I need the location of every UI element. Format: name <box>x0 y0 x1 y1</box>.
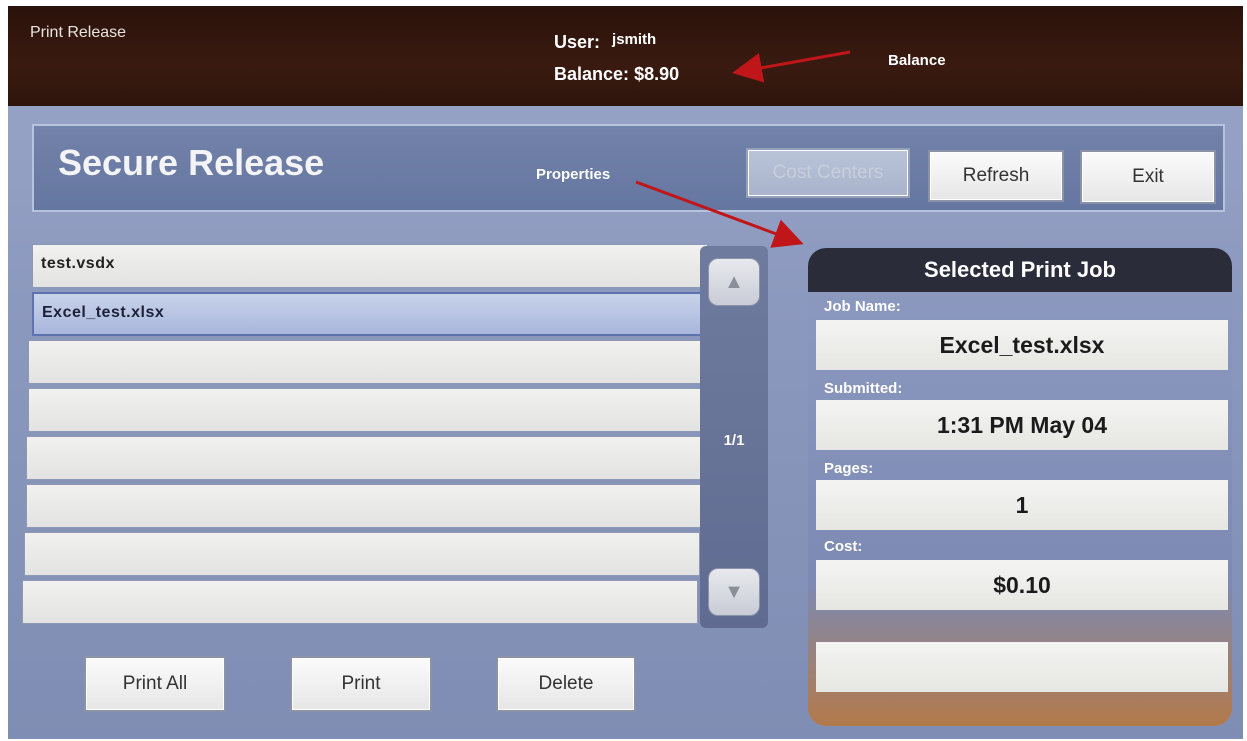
user-info: User: jsmith <box>554 31 657 53</box>
header-strip: Secure Release Properties Cost Centers R… <box>32 124 1225 212</box>
submitted-label: Submitted: <box>824 380 903 397</box>
exit-button[interactable]: Exit <box>1080 150 1216 204</box>
job-row[interactable] <box>26 436 702 480</box>
empty-field <box>816 642 1228 692</box>
job-row[interactable] <box>28 388 704 432</box>
job-row[interactable]: test.vsdx <box>32 244 708 288</box>
balance-label: Balance: <box>554 64 630 84</box>
print-button[interactable]: Print <box>290 656 432 712</box>
annotation-properties-label: Properties <box>536 166 611 183</box>
cost-value: $0.10 <box>816 560 1228 610</box>
page-indicator: 1/1 <box>723 432 745 449</box>
user-value: jsmith <box>612 31 657 48</box>
job-row[interactable] <box>22 580 698 624</box>
job-row-selected[interactable]: Excel_test.xlsx <box>32 292 708 336</box>
selected-job-panel: Selected Print Job Job Name: Excel_test.… <box>808 248 1232 726</box>
cost-label: Cost: <box>824 538 863 555</box>
pages-label: Pages: <box>824 460 874 477</box>
delete-button[interactable]: Delete <box>496 656 636 712</box>
triangle-up-icon: ▲ <box>724 270 744 293</box>
job-row[interactable] <box>28 340 704 384</box>
job-row[interactable] <box>24 532 700 576</box>
job-name-label: Job Name: <box>824 298 901 315</box>
scroll-down-button[interactable]: ▼ <box>708 568 760 616</box>
triangle-down-icon: ▼ <box>724 580 744 603</box>
top-bar: Print Release User: jsmith Balance: $8.90… <box>8 6 1243 106</box>
scroll-up-button[interactable]: ▲ <box>708 258 760 306</box>
screen-title: Secure Release <box>58 142 325 183</box>
pages-value: 1 <box>816 480 1228 530</box>
balance-info: Balance: $8.90 <box>554 64 679 85</box>
submitted-value: 1:31 PM May 04 <box>816 400 1228 450</box>
user-label: User: <box>554 32 601 52</box>
job-row[interactable] <box>26 484 702 528</box>
job-list-scrollbar[interactable]: ▲ 1/1 ▼ <box>700 246 768 628</box>
job-name-value: Excel_test.xlsx <box>816 320 1228 370</box>
refresh-button[interactable]: Refresh <box>928 150 1064 202</box>
balance-value: $8.90 <box>634 64 680 84</box>
print-all-button[interactable]: Print All <box>84 656 226 712</box>
app-title: Print Release <box>30 24 127 41</box>
cost-centers-button[interactable]: Cost Centers <box>746 148 910 198</box>
selected-job-title: Selected Print Job <box>808 248 1232 292</box>
kiosk-screen: Print Release User: jsmith Balance: $8.90… <box>8 6 1243 739</box>
annotation-balance-label: Balance <box>888 52 946 69</box>
